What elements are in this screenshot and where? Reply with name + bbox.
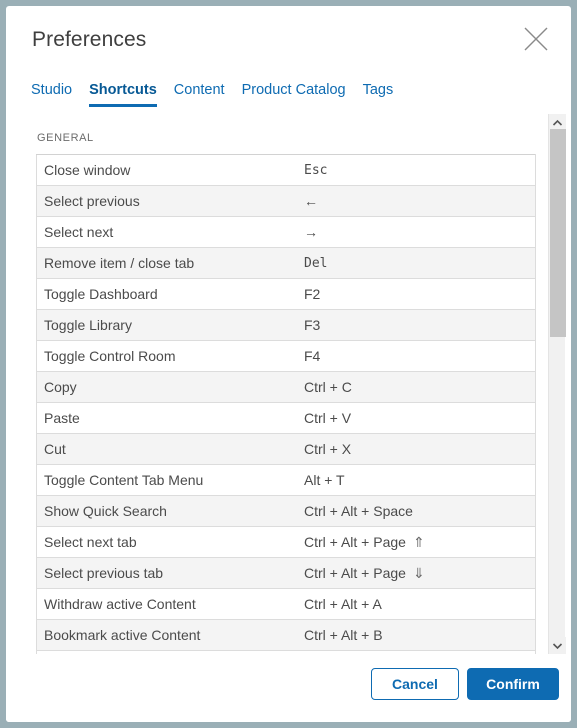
page-title: Preferences <box>32 28 147 51</box>
shortcut-key-text: Ctrl + Alt + Page <box>304 533 406 550</box>
shortcut-key-modifier-arrow: ⇓ <box>412 564 425 581</box>
shortcut-key-text: → <box>304 224 318 240</box>
shortcut-key-text: Ctrl + Alt + Space <box>304 503 413 519</box>
table-row[interactable]: Toggle Library F3 <box>36 309 536 341</box>
tab-studio[interactable]: Studio <box>31 82 72 111</box>
shortcut-key: Del <box>299 247 536 279</box>
shortcuts-scroll-viewport: GENERAL Close window Esc Select previous ← S… <box>6 114 571 654</box>
shortcut-action: Select next tab <box>36 526 299 558</box>
shortcut-key-text: Ctrl + X <box>304 441 352 457</box>
shortcut-key: F2 <box>299 278 536 310</box>
shortcut-action: Show Quick Search <box>36 495 299 527</box>
scrollbar-thumb[interactable] <box>550 129 566 337</box>
vertical-scrollbar[interactable] <box>548 114 566 654</box>
table-row[interactable]: Toggle Dashboard F2 <box>36 278 536 310</box>
shortcut-action: Remove item / close tab <box>36 247 299 279</box>
tab-bar: Studio Shortcuts Content Product Catalog… <box>31 82 393 111</box>
close-icon[interactable] <box>517 20 555 58</box>
table-row[interactable]: Paste Ctrl + V <box>36 402 536 434</box>
shortcut-key-text: Ctrl + Alt + Page <box>304 564 406 581</box>
shortcut-key: ← <box>299 185 536 217</box>
table-row[interactable]: Remove item / close tab Del <box>36 247 536 279</box>
table-row[interactable]: Select previous ← <box>36 185 536 217</box>
table-row[interactable]: Withdraw active Content Ctrl + Alt + A <box>36 588 536 620</box>
shortcut-action: Withdraw active Content <box>36 588 299 620</box>
shortcut-key: Ctrl + X <box>299 433 536 465</box>
shortcut-key-text: F2 <box>304 286 321 302</box>
table-row[interactable]: Toggle Content Tab Menu Alt + T <box>36 464 536 496</box>
table-row[interactable]: Cut Ctrl + X <box>36 433 536 465</box>
shortcut-key: F3 <box>299 309 536 341</box>
shortcut-action: Toggle Control Room <box>36 340 299 372</box>
table-row[interactable]: Select next tab Ctrl + Alt + Page ⇑ <box>36 526 536 558</box>
shortcut-action: Bookmark active Content <box>36 619 299 651</box>
shortcut-key-text: F3 <box>304 317 321 333</box>
table-row[interactable]: Toggle Control Room F4 <box>36 340 536 372</box>
shortcut-key-text: Ctrl + C <box>304 379 352 395</box>
shortcut-key-text: F4 <box>304 348 321 364</box>
shortcut-key-modifier-arrow: ⇑ <box>412 533 425 550</box>
shortcut-key-text: Alt + T <box>304 472 345 488</box>
table-row[interactable]: Copy Ctrl + C <box>36 371 536 403</box>
tab-content[interactable]: Content <box>174 82 225 111</box>
shortcut-action: Paste <box>36 402 299 434</box>
shortcut-action: Select previous <box>36 185 299 217</box>
shortcuts-table: Close window Esc Select previous ← Select ne… <box>36 154 536 654</box>
chevron-down-icon[interactable] <box>549 637 566 654</box>
dialog-footer: Cancel Confirm <box>6 654 571 722</box>
tab-product-catalog[interactable]: Product Catalog <box>242 82 346 111</box>
shortcut-key-text: ← <box>304 193 318 209</box>
shortcut-key-text: Esc <box>304 162 328 178</box>
shortcut-key-text: Del <box>304 255 328 271</box>
shortcut-action: Toggle Content Tab Menu <box>36 464 299 496</box>
shortcut-key: Ctrl + Alt + Page ⇑ <box>299 526 536 558</box>
shortcut-key: → <box>299 216 536 248</box>
preferences-dialog: Preferences Studio Shortcuts Content Pro… <box>6 6 571 722</box>
shortcut-action: Toggle Library <box>36 309 299 341</box>
shortcut-key: Ctrl + C <box>299 371 536 403</box>
shortcut-action: Cut <box>36 433 299 465</box>
shortcut-key-text: Ctrl + Alt + A <box>304 596 382 612</box>
table-row[interactable]: Select next → <box>36 216 536 248</box>
shortcut-key: Ctrl + Alt + Space <box>299 495 536 527</box>
shortcut-key: Ctrl + Alt + B <box>299 619 536 651</box>
shortcut-action: Select next <box>36 216 299 248</box>
shortcut-key-text: Ctrl + Alt + B <box>304 627 383 643</box>
shortcut-key: Esc <box>299 154 536 186</box>
section-header-general: GENERAL <box>37 132 94 144</box>
tab-tags[interactable]: Tags <box>363 82 394 111</box>
shortcut-action: Copy <box>36 371 299 403</box>
shortcut-action: Toggle Dashboard <box>36 278 299 310</box>
cancel-button[interactable]: Cancel <box>371 668 459 700</box>
shortcut-key: F4 <box>299 340 536 372</box>
table-row[interactable]: Show Quick Search Ctrl + Alt + Space <box>36 495 536 527</box>
shortcut-action: Close window <box>36 154 299 186</box>
shortcut-key-text: Ctrl + V <box>304 410 352 426</box>
shortcut-key: Alt + T <box>299 464 536 496</box>
shortcut-key: Ctrl + Alt + A <box>299 588 536 620</box>
shortcut-key: Ctrl + Alt + Page ⇓ <box>299 557 536 589</box>
tab-shortcuts[interactable]: Shortcuts <box>89 82 157 111</box>
table-row[interactable]: Close window Esc <box>36 154 536 186</box>
shortcut-key: Ctrl + V <box>299 402 536 434</box>
table-row[interactable]: Select previous tab Ctrl + Alt + Page ⇓ <box>36 557 536 589</box>
confirm-button[interactable]: Confirm <box>467 668 559 700</box>
table-row[interactable]: Bookmark active Content Ctrl + Alt + B <box>36 619 536 651</box>
shortcut-action: Select previous tab <box>36 557 299 589</box>
